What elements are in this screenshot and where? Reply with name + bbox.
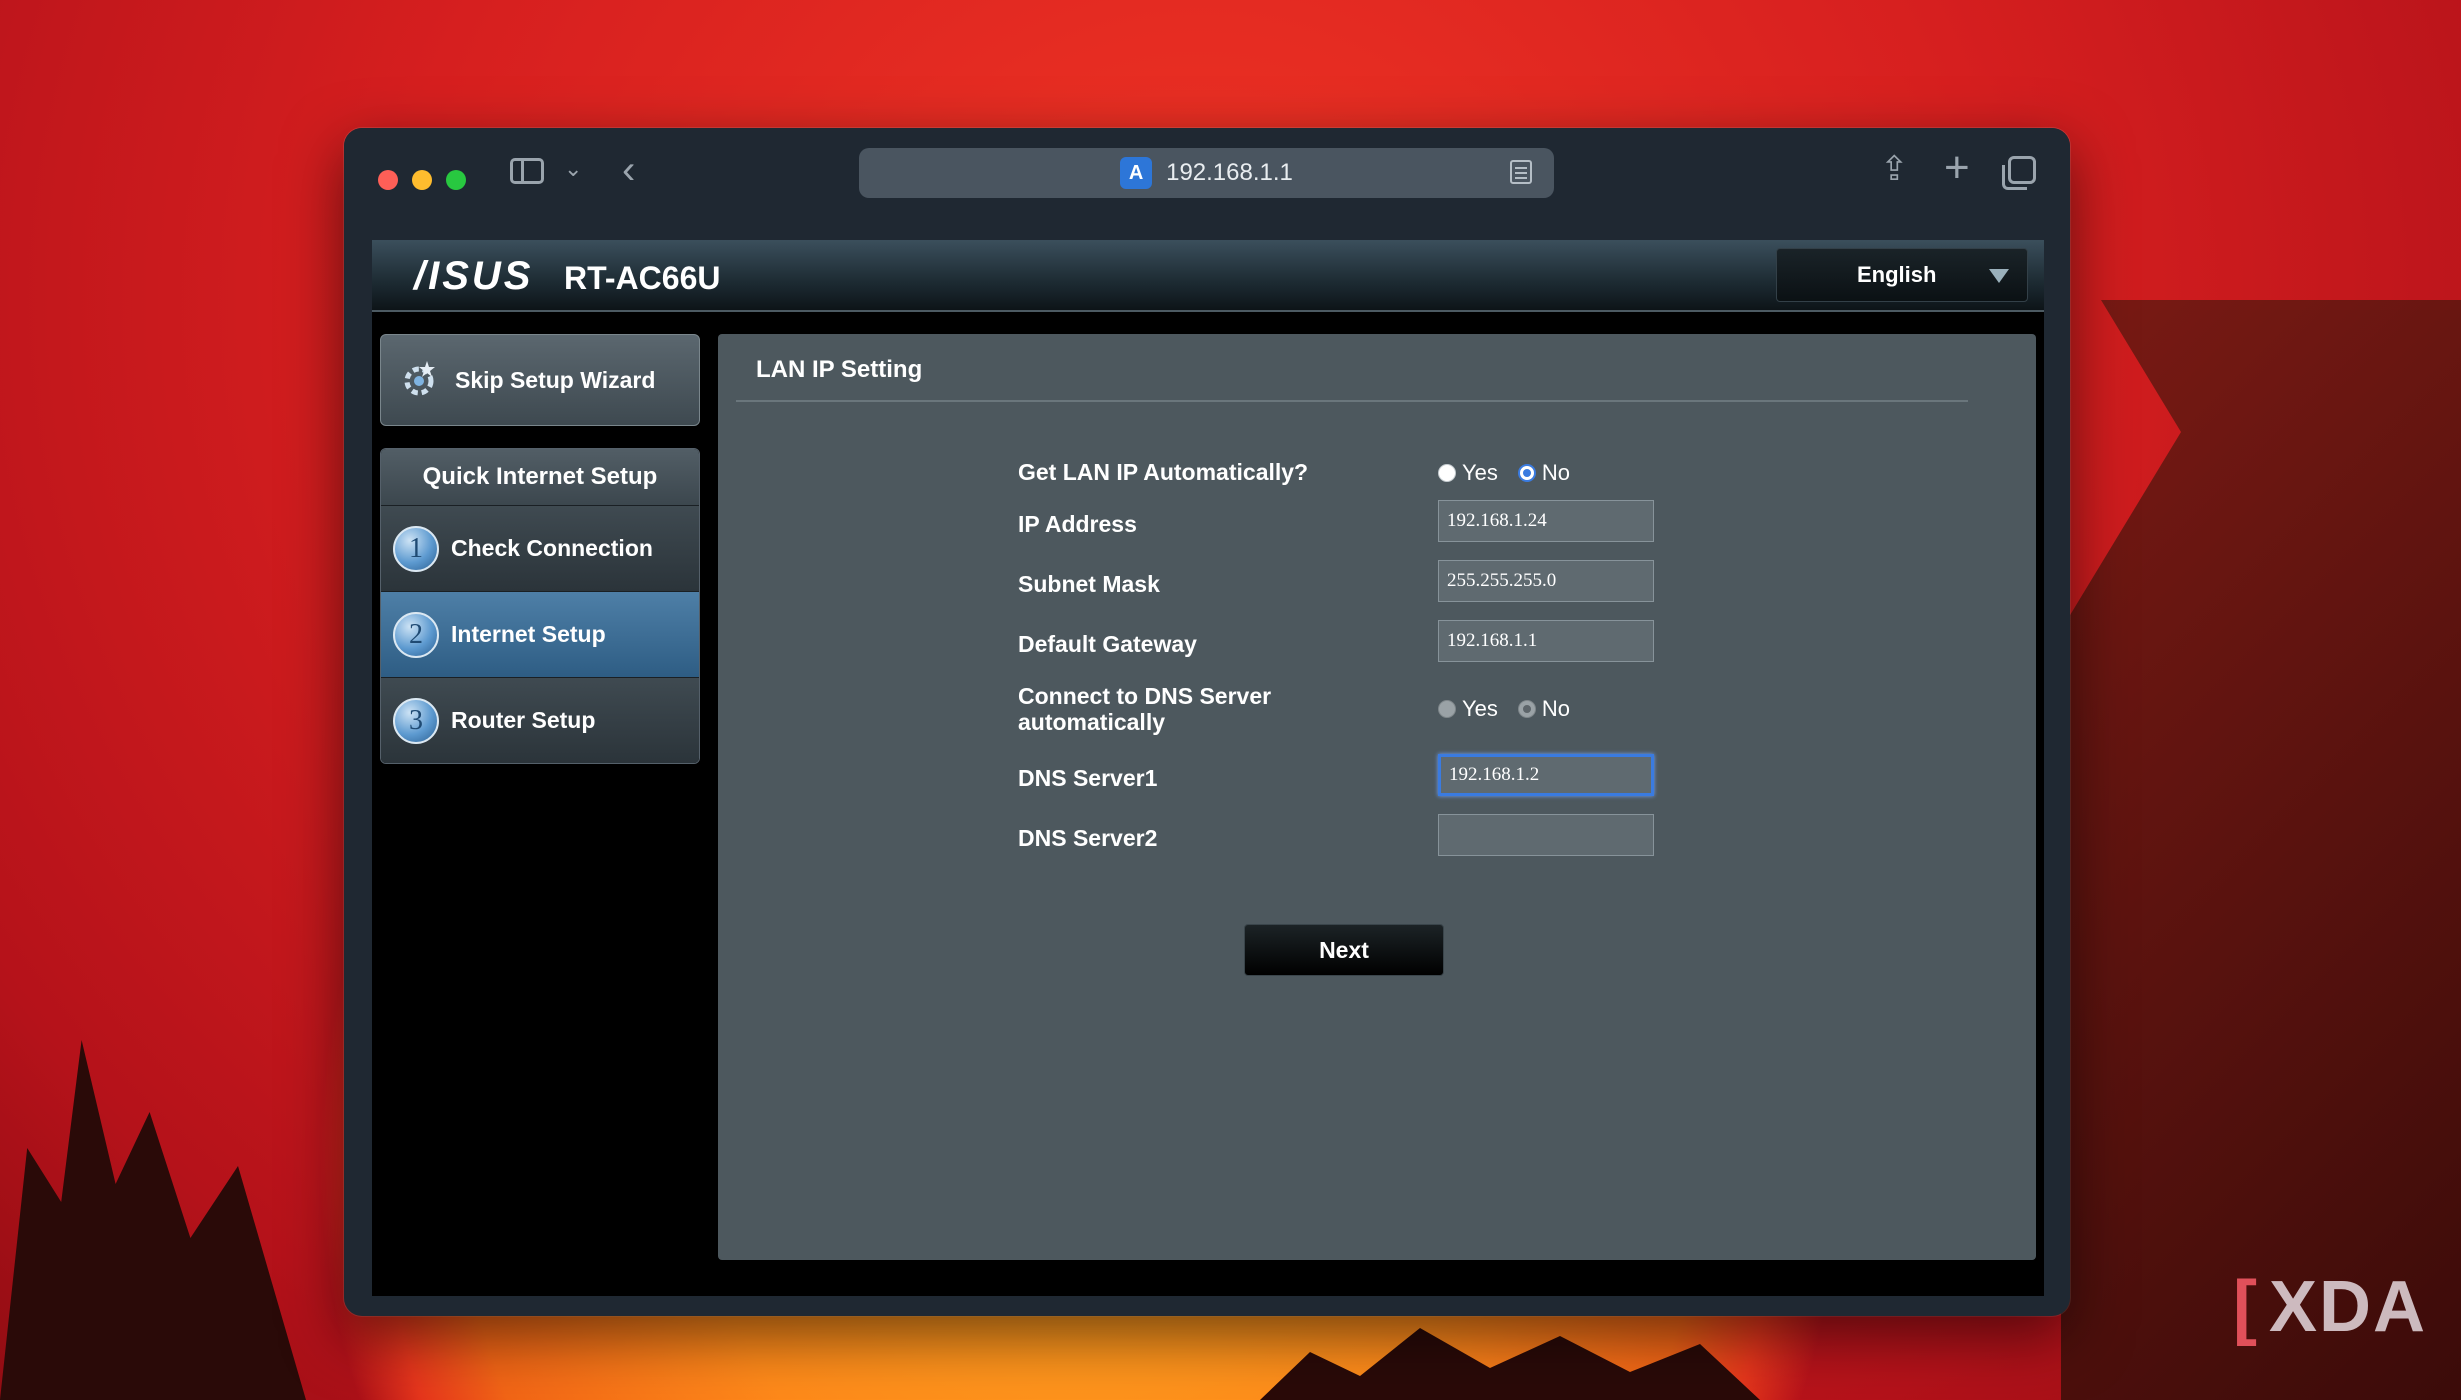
title-divider — [736, 400, 1968, 402]
dns-auto-label-line2: automatically — [1018, 709, 1165, 735]
router-admin-page: /ISUS RT-AC66U English Skip Setup Wizard… — [372, 240, 2044, 1296]
dns-server2-label: DNS Server2 — [1018, 825, 1158, 851]
dns-auto-radio-group: Yes No — [1438, 696, 1584, 722]
yes-label: Yes — [1462, 696, 1498, 721]
step-2-icon: 2 — [393, 612, 439, 658]
tab-overview-icon[interactable] — [2002, 156, 2036, 190]
lan-ip-setting-panel: LAN IP Setting Get LAN IP Automatically?… — [718, 334, 2036, 1260]
quick-setup-title: Quick Internet Setup — [381, 449, 699, 505]
wallpaper-tree-center — [1260, 1328, 1760, 1400]
page-title: LAN IP Setting — [756, 356, 923, 383]
step-internet-setup[interactable]: 2 Internet Setup — [381, 591, 699, 677]
step-label: Check Connection — [451, 535, 653, 561]
default-gateway-label: Default Gateway — [1018, 631, 1197, 657]
wizard-wand-icon — [404, 361, 435, 396]
xda-logo-icon: [ — [2233, 1267, 2259, 1347]
asus-logo: /ISUS — [414, 254, 534, 298]
wallpaper-tree-left — [0, 1040, 306, 1400]
back-arrow-icon[interactable]: ‹ — [622, 150, 635, 190]
reader-mode-icon[interactable] — [1510, 160, 1532, 184]
browser-toolbar: ⌄ ‹ A 192.168.1.1 ⇪ + — [344, 128, 2070, 226]
dns-auto-label-line1: Connect to DNS Server — [1018, 683, 1272, 709]
new-tab-plus-icon[interactable]: + — [1944, 146, 1970, 190]
router-model: RT-AC66U — [564, 260, 721, 296]
language-select[interactable]: English — [1776, 248, 2028, 302]
close-window-button[interactable] — [378, 170, 398, 190]
get-lan-ip-label: Get LAN IP Automatically? — [1018, 459, 1309, 485]
dns-server1-label: DNS Server1 — [1018, 765, 1158, 791]
xda-watermark: [ XDA — [2233, 1266, 2427, 1348]
step-label: Internet Setup — [451, 621, 606, 647]
xda-text: XDA — [2268, 1267, 2427, 1347]
step-1-icon: 1 — [393, 526, 439, 572]
no-label: No — [1541, 460, 1571, 485]
minimize-window-button[interactable] — [412, 170, 432, 190]
next-button[interactable]: Next — [1244, 924, 1444, 976]
subnet-mask-label: Subnet Mask — [1018, 571, 1160, 597]
wallpaper-temple — [2061, 300, 2461, 1400]
no-label: No — [1541, 696, 1571, 721]
site-favicon-icon: A — [1120, 157, 1153, 189]
ip-address-label: IP Address — [1018, 511, 1137, 537]
url-text: 192.168.1.1 — [1166, 159, 1293, 186]
zoom-window-button[interactable] — [446, 170, 466, 190]
chevron-down-icon[interactable]: ⌄ — [564, 158, 582, 180]
get-lan-ip-no-radio[interactable] — [1517, 464, 1536, 482]
setup-nav: Skip Setup Wizard Quick Internet Setup 1… — [380, 334, 700, 764]
default-gateway-input[interactable]: 192.168.1.1 — [1438, 620, 1654, 662]
browser-window: ⌄ ‹ A 192.168.1.1 ⇪ + /ISUS RT-AC66U Eng… — [344, 128, 2070, 1316]
quick-setup-panel: Quick Internet Setup 1 Check Connection … — [380, 448, 700, 764]
step-3-icon: 3 — [393, 698, 439, 744]
step-label: Router Setup — [451, 707, 596, 733]
router-banner: /ISUS RT-AC66U English — [372, 240, 2044, 312]
dns-server1-input[interactable]: 192.168.1.2 — [1438, 754, 1654, 796]
dns-server2-input[interactable] — [1438, 814, 1654, 856]
step-router-setup[interactable]: 3 Router Setup — [381, 677, 699, 763]
subnet-mask-input[interactable]: 255.255.255.0 — [1438, 560, 1654, 602]
yes-label: Yes — [1462, 460, 1498, 485]
skip-setup-wizard-button[interactable]: Skip Setup Wizard — [380, 334, 700, 426]
get-lan-ip-yes-radio[interactable] — [1438, 464, 1456, 482]
dns-auto-yes-radio[interactable] — [1438, 700, 1456, 718]
language-value: English — [1857, 262, 1937, 287]
ip-address-input[interactable]: 192.168.1.24 — [1438, 500, 1654, 542]
get-lan-ip-radio-group: Yes No — [1438, 460, 1584, 486]
dropdown-arrow-icon — [1989, 269, 2009, 283]
address-bar[interactable]: A 192.168.1.1 — [859, 148, 1554, 198]
step-check-connection[interactable]: 1 Check Connection — [381, 505, 699, 591]
skip-setup-label: Skip Setup Wizard — [455, 366, 656, 393]
dns-auto-no-radio[interactable] — [1517, 700, 1536, 718]
sidebar-toggle-icon[interactable] — [510, 158, 544, 184]
share-icon[interactable]: ⇪ — [1880, 152, 1909, 186]
